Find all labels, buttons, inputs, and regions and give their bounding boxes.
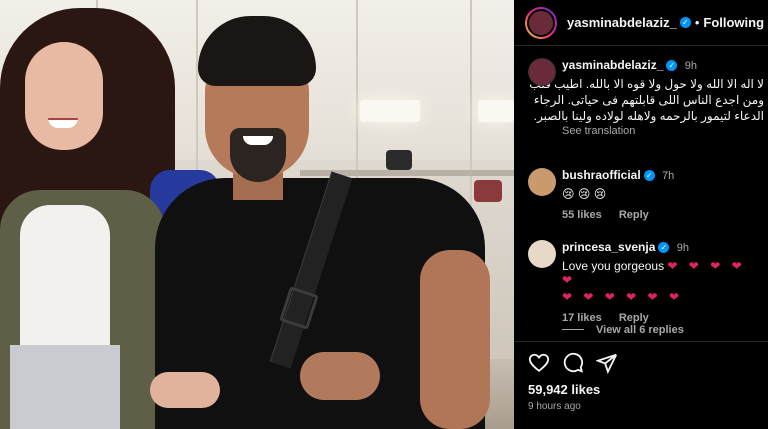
photo-bag [474,180,502,202]
woman-face [25,42,103,150]
caption-avatar[interactable] [528,58,556,86]
share-icon[interactable] [596,352,618,374]
comment-text: Love you gorgeous [562,259,665,273]
comment-avatar[interactable] [528,240,556,268]
comment-item: princesa_svenja ✓ 9h Love you gorgeous ❤ … [528,240,764,324]
caption: yasminabdelaziz_ ✓ 9h لا اله الا الله ولا… [528,58,764,137]
comment-item: bushraofficial ✓ 7h 😢 😢 😢 55 likes Reply [528,168,764,221]
comment-time: 7h [662,170,675,182]
caption-text: لا اله الا الله ولا حول ولا قوه الا بالل… [529,77,764,123]
hearts-emoji: ❤ ❤ ❤ ❤ ❤ ❤ [562,290,683,304]
likes-count[interactable]: 59,942 likes [528,382,754,397]
comment-likes[interactable]: 17 likes [562,312,602,324]
view-replies-label: View all 6 replies [596,324,684,336]
comment-time: 9h [676,242,689,254]
instagram-post: yasminabdelaziz_ ✓ • Following yasminabd… [0,0,768,429]
heart-icon[interactable] [528,352,550,374]
verified-badge-icon: ✓ [679,17,691,28]
photo-lamp [478,100,514,122]
comment-avatar[interactable] [528,168,556,196]
comment-username[interactable]: princesa_svenja [562,240,655,254]
woman-hand [150,372,220,408]
view-replies-link[interactable]: View all 6 replies [562,324,684,336]
author-avatar[interactable] [525,6,557,39]
man-arm [420,250,490,429]
photo-bag [386,150,412,170]
comments-panel: yasminabdelaziz_ ✓ • Following yasminabd… [514,0,768,429]
verified-badge-icon: ✓ [666,60,678,71]
comment-likes[interactable]: 55 likes [562,209,602,221]
post-time: 9 hours ago [528,401,581,412]
post-photo[interactable] [0,0,514,429]
comment-username[interactable]: bushraofficial [562,168,641,182]
comment-text: 😢 😢 😢 [562,187,607,201]
caption-username[interactable]: yasminabdelaziz_ [562,58,663,72]
replies-line [562,329,584,330]
see-translation-link[interactable]: See translation [562,125,764,137]
comment-icon[interactable] [562,352,584,374]
post-actions: 59,942 likes 9 hours ago [514,341,768,412]
verified-badge-icon: ✓ [643,170,655,181]
man-hand [300,352,380,400]
caption-time: 9h [684,60,697,72]
author-username[interactable]: yasminabdelaziz_ [567,15,677,30]
verified-badge-icon: ✓ [658,242,670,253]
reply-button[interactable]: Reply [619,209,649,221]
reply-button[interactable]: Reply [619,312,649,324]
following-button[interactable]: Following [703,15,764,30]
separator-dot: • [694,15,700,30]
photo-lamp [360,100,420,122]
woman-skirt [10,345,120,429]
post-header: yasminabdelaziz_ ✓ • Following [514,0,768,46]
man-smile [243,136,273,145]
